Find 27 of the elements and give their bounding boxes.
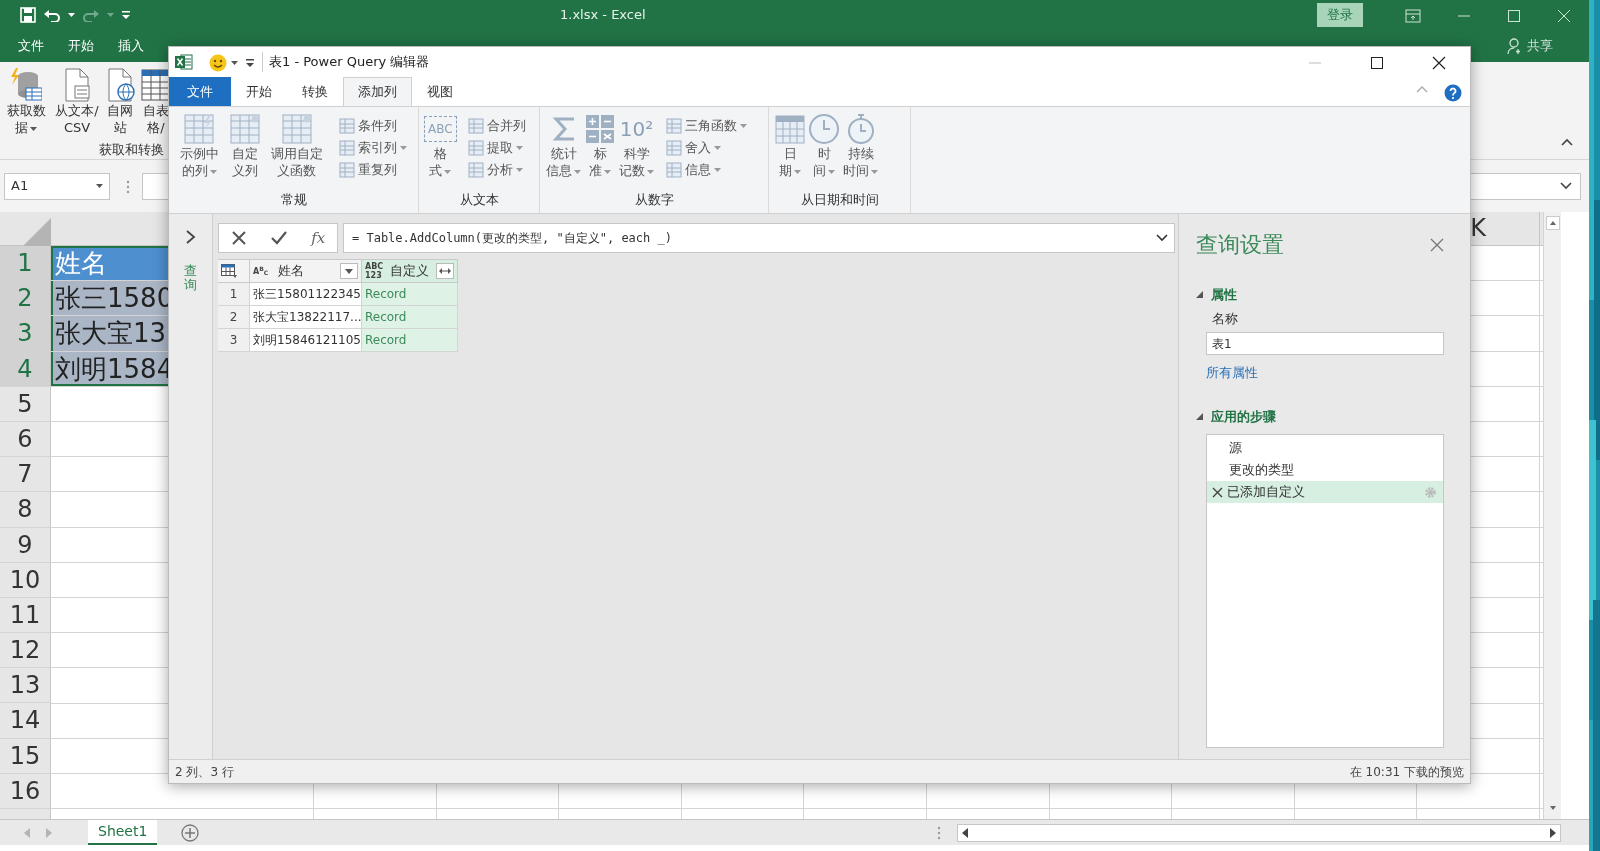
table-cell: Record — [362, 329, 458, 352]
table-cell: Record — [362, 283, 458, 306]
table-cell: Record — [362, 306, 458, 329]
group-label: 从文本 — [458, 190, 500, 209]
status-text: 在 10:31 下载的预览 — [1349, 763, 1464, 781]
table-cell: 张三15801122345 — [250, 283, 362, 306]
row-number: 1 — [218, 283, 250, 306]
data-type-label: ABC 123 — [365, 262, 385, 280]
window-title: 表1 - Power Query 编辑器 — [262, 52, 430, 72]
pane-title: 查询设置 — [1196, 231, 1284, 259]
group-label: 从数字 — [633, 190, 675, 209]
group-label: 获取和转换 — [98, 141, 165, 159]
section-heading: 属性 — [1211, 286, 1237, 304]
icon-label: 10² — [619, 116, 654, 143]
window-title: 1.xlsx - Excel — [560, 7, 646, 23]
icon-label: ABC — [424, 116, 457, 142]
group-label: 常规 — [279, 190, 308, 209]
row-number: 2 — [218, 306, 250, 329]
table-cell: 刘明15846121105 — [250, 329, 362, 352]
table-cell: 张大宝13822117... — [250, 306, 362, 329]
column-name: 姓名 — [278, 262, 304, 281]
column-name: 自定义 — [390, 262, 429, 281]
status-text: 2 列、3 行 — [175, 763, 234, 781]
row-number: 3 — [218, 329, 250, 352]
field-label: 名称 — [1212, 309, 1239, 328]
section-heading: 应用的步骤 — [1211, 407, 1276, 426]
group-label: 从日期和时间 — [799, 190, 880, 209]
